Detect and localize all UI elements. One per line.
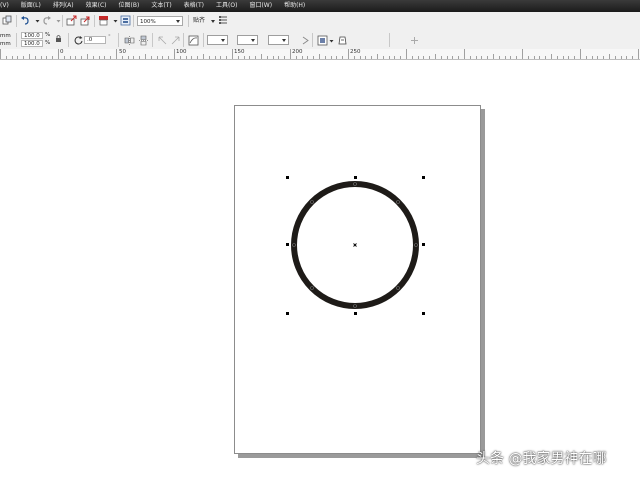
resize-handle-left [286,243,289,246]
resize-handle-bottom-left [286,312,289,315]
resize-handle-bottom [354,312,357,315]
resize-handle-bottom-right [422,312,425,315]
resize-handle-top-right [422,176,425,179]
watermark: 头条 @我家男神在哪 [476,451,607,467]
center-x-icon[interactable] [353,243,357,247]
selection-overlay [286,176,425,315]
resize-handle-right [422,243,425,246]
resize-handle-top-left [286,176,289,179]
resize-handle-top [354,176,357,179]
